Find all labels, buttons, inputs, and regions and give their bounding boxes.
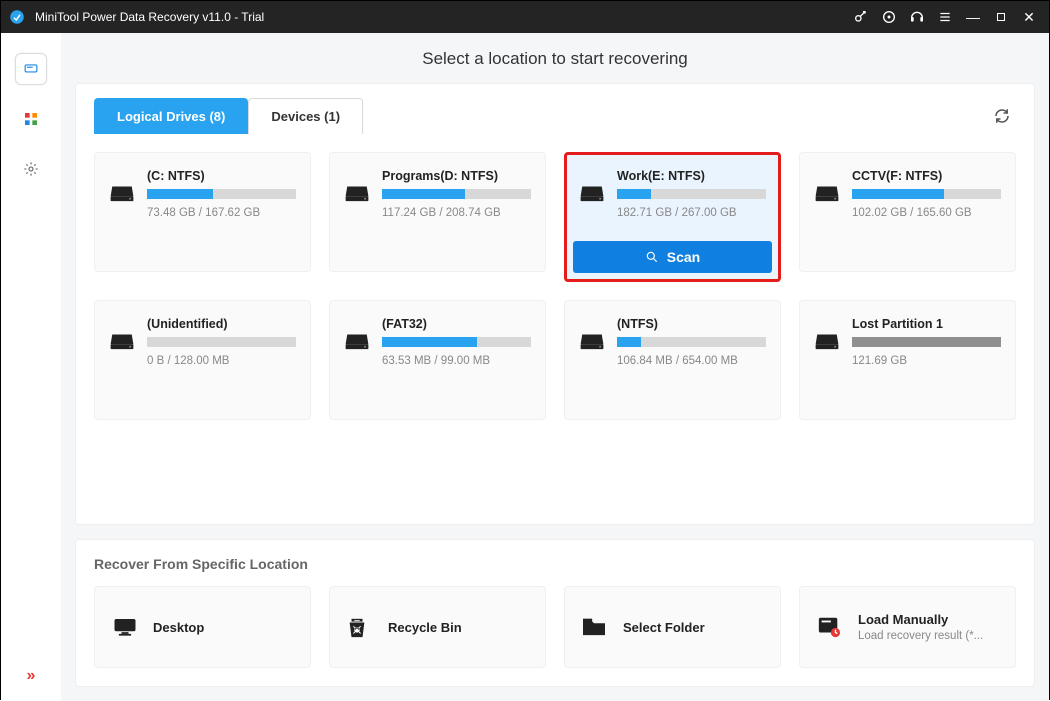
- app-body: » Select a location to start recovering …: [1, 33, 1049, 701]
- drive-icon: [814, 183, 840, 205]
- usage-bar: [147, 189, 296, 199]
- close-button[interactable]: ✕: [1015, 3, 1043, 31]
- usage-bar: [617, 189, 766, 199]
- drive-grid: (C: NTFS) 73.48 GB / 167.62 GB Programs(D:…: [94, 134, 1016, 420]
- drive-icon: [344, 331, 370, 353]
- drive-name: (NTFS): [617, 317, 766, 331]
- minimize-button[interactable]: —: [959, 3, 987, 31]
- sidebar-expand-button[interactable]: »: [27, 667, 36, 685]
- sidebar-item-settings[interactable]: [15, 153, 47, 185]
- location-label: Desktop: [153, 620, 204, 635]
- content-area: Select a location to start recovering Lo…: [61, 33, 1049, 701]
- drive-name: (Unidentified): [147, 317, 296, 331]
- drive-name: Programs(D: NTFS): [382, 169, 531, 183]
- drive-usage: 102.02 GB / 165.60 GB: [852, 207, 1001, 219]
- support-icon[interactable]: [903, 3, 931, 31]
- drive-icon: [109, 183, 135, 205]
- drive-card[interactable]: (C: NTFS) 73.48 GB / 167.62 GB: [94, 152, 311, 272]
- location-sublabel: Load recovery result (*...: [858, 630, 983, 642]
- drive-usage: 121.69 GB: [852, 355, 1001, 367]
- specific-location-title: Recover From Specific Location: [94, 556, 1016, 572]
- maximize-button[interactable]: [987, 3, 1015, 31]
- drive-card[interactable]: (Unidentified) 0 B / 128.00 MB: [94, 300, 311, 420]
- location-label: Select Folder: [623, 620, 705, 635]
- window-title: MiniTool Power Data Recovery v11.0 - Tri…: [35, 10, 264, 24]
- location-grid: Desktop Recycle Bin Select Folder Load Manu…: [94, 586, 1016, 668]
- refresh-button[interactable]: [988, 102, 1016, 130]
- drive-card[interactable]: (NTFS) 106.84 MB / 654.00 MB: [564, 300, 781, 420]
- drive-icon: [579, 331, 605, 353]
- drive-name: (C: NTFS): [147, 169, 296, 183]
- usage-bar: [617, 337, 766, 347]
- location-icon: [346, 615, 374, 639]
- location-card[interactable]: Desktop: [94, 586, 311, 668]
- drive-name: (FAT32): [382, 317, 531, 331]
- usage-bar: [852, 337, 1001, 347]
- sidebar-item-recovery[interactable]: [15, 53, 47, 85]
- drive-usage: 182.71 GB / 267.00 GB: [617, 207, 766, 219]
- location-icon: [111, 615, 139, 639]
- drive-usage: 117.24 GB / 208.74 GB: [382, 207, 531, 219]
- menu-icon[interactable]: [931, 3, 959, 31]
- location-label: Recycle Bin: [388, 620, 462, 635]
- drive-icon: [344, 183, 370, 205]
- tab-devices[interactable]: Devices (1): [248, 98, 363, 134]
- title-bar: MiniTool Power Data Recovery v11.0 - Tri…: [1, 1, 1049, 33]
- usage-bar: [147, 337, 296, 347]
- sidebar-item-apps[interactable]: [15, 103, 47, 135]
- usage-bar: [382, 189, 531, 199]
- app-logo-icon: [7, 7, 27, 27]
- drive-card[interactable]: Lost Partition 1 121.69 GB: [799, 300, 1016, 420]
- tabs-row: Logical Drives (8) Devices (1): [94, 84, 1016, 134]
- location-card[interactable]: Recycle Bin: [329, 586, 546, 668]
- specific-location-panel: Recover From Specific Location Desktop Re…: [75, 539, 1035, 687]
- drive-name: CCTV(F: NTFS): [852, 169, 1001, 183]
- upgrade-key-icon[interactable]: [847, 3, 875, 31]
- scan-button[interactable]: Scan: [573, 241, 772, 273]
- drive-usage: 73.48 GB / 167.62 GB: [147, 207, 296, 219]
- disc-icon[interactable]: [875, 3, 903, 31]
- drive-icon: [814, 331, 840, 353]
- location-icon: [816, 615, 844, 639]
- page-heading: Select a location to start recovering: [61, 33, 1049, 83]
- drive-icon: [579, 183, 605, 205]
- location-icon: [581, 615, 609, 639]
- scan-label: Scan: [667, 249, 700, 265]
- usage-bar: [382, 337, 531, 347]
- tab-logical-drives[interactable]: Logical Drives (8): [94, 98, 248, 134]
- drive-card[interactable]: CCTV(F: NTFS) 102.02 GB / 165.60 GB: [799, 152, 1016, 272]
- drive-usage: 106.84 MB / 654.00 MB: [617, 355, 766, 367]
- drive-usage: 0 B / 128.00 MB: [147, 355, 296, 367]
- drive-name: Work(E: NTFS): [617, 169, 766, 183]
- usage-bar: [852, 189, 1001, 199]
- drive-usage: 63.53 MB / 99.00 MB: [382, 355, 531, 367]
- drive-card[interactable]: (FAT32) 63.53 MB / 99.00 MB: [329, 300, 546, 420]
- drives-panel: Logical Drives (8) Devices (1) (C: NTFS)…: [75, 83, 1035, 525]
- location-card[interactable]: Select Folder: [564, 586, 781, 668]
- location-card[interactable]: Load Manually Load recovery result (*...: [799, 586, 1016, 668]
- drive-card[interactable]: Programs(D: NTFS) 117.24 GB / 208.74 GB: [329, 152, 546, 272]
- drive-icon: [109, 331, 135, 353]
- drive-card[interactable]: Work(E: NTFS) 182.71 GB / 267.00 GB Scan: [564, 152, 781, 282]
- drive-name: Lost Partition 1: [852, 317, 1001, 331]
- location-label: Load Manually: [858, 612, 983, 627]
- sidebar: »: [1, 33, 61, 701]
